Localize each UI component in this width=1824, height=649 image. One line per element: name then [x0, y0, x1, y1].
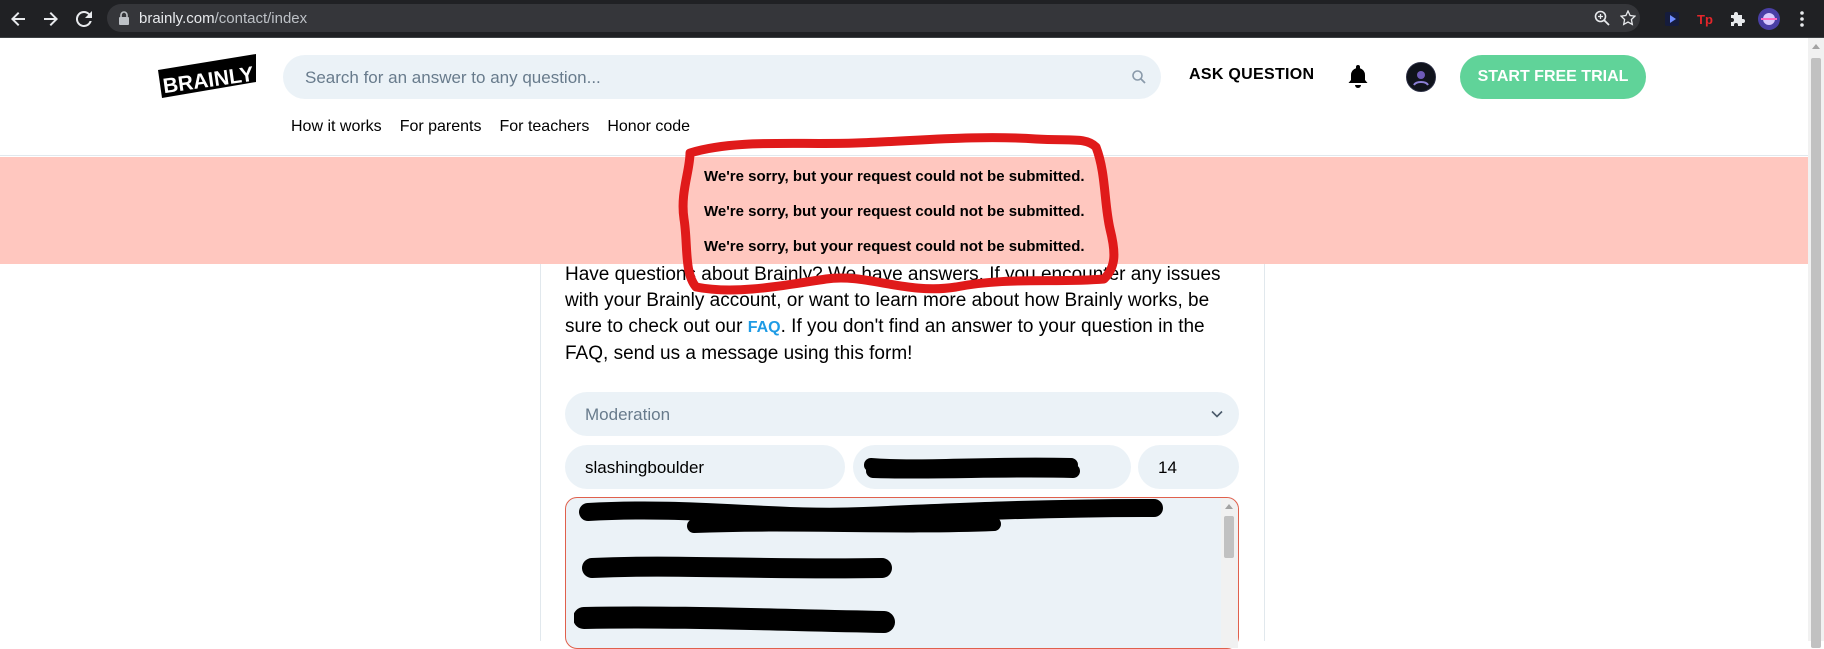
- age-field[interactable]: 14: [1138, 445, 1239, 489]
- error-message: We're sorry, but your request could not …: [704, 238, 1085, 255]
- redaction-scribble: [574, 499, 1163, 633]
- nav-for-parents[interactable]: For parents: [400, 118, 482, 136]
- age-value: 14: [1158, 458, 1177, 477]
- username-field[interactable]: slashingboulder: [565, 445, 845, 489]
- ask-question-button[interactable]: ASK QUESTION: [1189, 66, 1314, 84]
- menu-icon[interactable]: [1790, 7, 1814, 31]
- svg-text:Tp: Tp: [1697, 12, 1713, 27]
- search-bar[interactable]: [283, 55, 1161, 101]
- redaction-scribble: [864, 457, 1080, 479]
- scroll-up-icon[interactable]: [1225, 504, 1233, 509]
- lock-icon: [119, 11, 129, 25]
- extension-tp-icon[interactable]: Tp: [1694, 7, 1718, 31]
- reload-icon[interactable]: [68, 0, 100, 37]
- page-scrollbar[interactable]: [1808, 38, 1824, 648]
- search-input[interactable]: [303, 55, 1107, 101]
- faq-link[interactable]: FAQ: [748, 319, 781, 336]
- zoom-icon[interactable]: [1592, 8, 1612, 28]
- url-text: brainly.com/contact/index: [139, 10, 307, 27]
- nav-how-it-works[interactable]: How it works: [291, 118, 382, 136]
- notification-bell-icon[interactable]: [1347, 64, 1369, 88]
- brainly-logo[interactable]: BRAINLY: [158, 54, 256, 98]
- url-host: brainly.com: [139, 10, 215, 27]
- error-banner: We're sorry, but your request could not …: [0, 157, 1808, 264]
- extension-play-icon[interactable]: [1660, 7, 1684, 31]
- textarea-scrollbar[interactable]: [1221, 498, 1238, 648]
- address-bar[interactable]: brainly.com/contact/index: [107, 4, 1640, 32]
- error-message: We're sorry, but your request could not …: [704, 203, 1085, 220]
- topic-select[interactable]: Moderation: [565, 392, 1239, 436]
- browser-toolbar: brainly.com/contact/index Tp: [0, 0, 1824, 38]
- star-icon[interactable]: [1618, 8, 1638, 28]
- start-free-trial-button[interactable]: START FREE TRIAL: [1460, 55, 1646, 99]
- nav-for-teachers[interactable]: For teachers: [500, 118, 590, 136]
- username-value: slashingboulder: [585, 458, 705, 477]
- back-arrow-icon[interactable]: [2, 0, 34, 37]
- error-message: We're sorry, but your request could not …: [704, 168, 1085, 185]
- topic-select-value: Moderation: [585, 405, 671, 424]
- message-textarea[interactable]: [565, 497, 1239, 649]
- nav-honor-code[interactable]: Honor code: [607, 118, 690, 136]
- email-field[interactable]: [853, 445, 1131, 489]
- chevron-down-icon: [1211, 410, 1223, 418]
- extension-puzzle-icon[interactable]: [1726, 7, 1750, 31]
- header-divider: [0, 155, 1808, 156]
- page-scrollbar-thumb[interactable]: [1811, 58, 1821, 648]
- scroll-up-icon[interactable]: [1812, 44, 1820, 49]
- secondary-nav: How it works For parents For teachers Ho…: [291, 118, 690, 136]
- profile-avatar-icon[interactable]: [1757, 7, 1781, 31]
- user-avatar[interactable]: [1406, 62, 1436, 92]
- contact-intro-text: Have questions about Brainly? We have an…: [565, 262, 1245, 367]
- url-path: /contact/index: [214, 10, 308, 27]
- scrollbar-thumb[interactable]: [1224, 516, 1234, 558]
- forward-arrow-icon[interactable]: [35, 0, 67, 37]
- search-icon[interactable]: [1131, 69, 1147, 85]
